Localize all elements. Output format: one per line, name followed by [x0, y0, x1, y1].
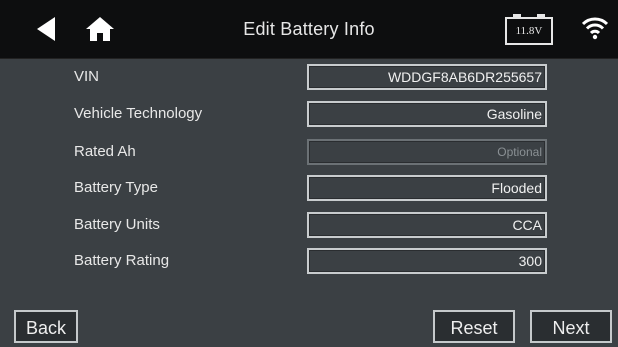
vin-label: VIN: [74, 68, 100, 85]
battery-type-label: Battery Type: [74, 179, 158, 196]
vin-row: VIN WDDGF8AB6DR255657: [0, 64, 618, 90]
battery-units-value: CCA: [512, 217, 542, 233]
next-button[interactable]: Next: [530, 310, 612, 343]
battery-rating-row: Battery Rating 300: [0, 248, 618, 274]
rated-ah-placeholder: Optional: [497, 145, 542, 159]
rated-ah-field[interactable]: Optional: [307, 139, 547, 165]
battery-units-row: Battery Units CCA: [0, 212, 618, 238]
battery-rating-field[interactable]: 300: [307, 248, 547, 274]
vin-value: WDDGF8AB6DR255657: [387, 69, 542, 85]
rated-ah-row: Rated Ah Optional: [0, 139, 618, 165]
battery-units-label: Battery Units: [74, 216, 160, 233]
page-title: Edit Battery Info: [243, 19, 375, 39]
battery-type-field[interactable]: Flooded: [307, 175, 547, 201]
battery-type-value: Flooded: [491, 180, 542, 196]
battery-icon: 11.8V: [505, 13, 553, 45]
back-button[interactable]: Back: [14, 310, 78, 343]
edit-battery-info-screen: Edit Battery Info 11.8V VIN WDDGF8AB6DR2…: [0, 0, 618, 347]
vehicle-technology-row: Vehicle Technology Gasoline: [0, 101, 618, 127]
vin-field[interactable]: WDDGF8AB6DR255657: [307, 64, 547, 90]
wifi-icon: [581, 16, 609, 40]
vehicle-technology-label: Vehicle Technology: [74, 105, 203, 122]
reset-button[interactable]: Reset: [433, 310, 515, 343]
header-bar: Edit Battery Info 11.8V: [0, 0, 618, 59]
battery-units-field[interactable]: CCA: [307, 212, 547, 238]
vehicle-technology-field[interactable]: Gasoline: [307, 101, 547, 127]
battery-rating-label: Battery Rating: [74, 252, 170, 269]
back-arrow-icon[interactable]: [26, 0, 66, 58]
battery-type-row: Battery Type Flooded: [0, 175, 618, 201]
battery-rating-value: 300: [518, 253, 542, 269]
vehicle-technology-value: Gasoline: [486, 106, 542, 122]
battery-voltage: 11.8V: [515, 25, 543, 37]
rated-ah-label: Rated Ah: [74, 143, 136, 160]
home-icon[interactable]: [78, 0, 122, 58]
